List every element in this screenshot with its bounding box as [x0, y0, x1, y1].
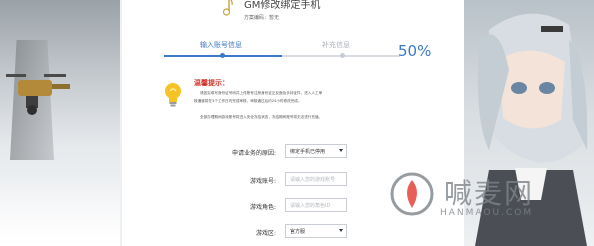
chevron-down-icon: [339, 149, 343, 152]
page-subtitle: 方案编码：暂无: [244, 15, 280, 21]
lightbulb-icon: [165, 83, 181, 107]
server-select[interactable]: 官方服: [285, 224, 347, 238]
account-label: 游戏账号:: [249, 178, 276, 185]
step-progress: 输入账号信息 补充信息: [164, 38, 404, 62]
reason-label: 申请业务的原因:: [231, 150, 276, 157]
progress-percent: 50%: [398, 42, 432, 60]
watermark-brand: 喊麦网: [444, 177, 535, 210]
reason-select[interactable]: 绑定手机已停用: [285, 144, 347, 158]
step-1-dot: [220, 53, 225, 58]
watermark-url: HANMAOU.COM: [440, 208, 534, 218]
watermark: 喊麦网 HANMAOU.COM: [380, 168, 594, 246]
tip-line: 核通道将在3个工作日内完成审核，审核通过后约24小时修改完成。: [194, 99, 302, 103]
role-input[interactable]: 请输入您的角色ID: [285, 198, 347, 212]
background-scenery-left: [0, 0, 120, 246]
form-row-reason: 申请业务的原因: 绑定手机已停用: [122, 144, 464, 160]
header: GM修改绑定手机 方案编码：暂无: [122, 0, 464, 30]
step-2-dot: [340, 53, 345, 58]
drone-graphic: [6, 74, 70, 115]
step-2-label: 补充信息: [322, 41, 350, 49]
music-note-icon: [222, 0, 233, 16]
step-1-label: 输入账号信息: [200, 41, 242, 49]
watermark-logo-icon: [390, 172, 434, 216]
tip-box: 温馨提示： 请如实填写身份证号码并上传账号注册身份证正反面及手持证件，进入人工审…: [164, 78, 408, 128]
reason-select-value: 绑定手机已停用: [290, 149, 326, 155]
chevron-down-icon: [339, 229, 343, 232]
account-input[interactable]: 请输入您的游戏账号: [285, 172, 347, 186]
server-select-value: 官方服: [290, 229, 306, 235]
page-title: GM修改绑定手机: [244, 0, 321, 11]
snow-graphic: [0, 176, 120, 246]
server-label: 游戏区:: [255, 230, 276, 237]
tip-line: 全部办理期间游戏账号将进入安全冻结状态，冻结期间账号将无法进行充值。: [200, 115, 323, 119]
role-label: 游戏角色:: [249, 204, 276, 211]
tip-title: 温馨提示：: [194, 79, 229, 87]
tip-line: 请如实填写身份证号码并上传账号注册身份证正反面及手持证件，进入人工审: [200, 91, 323, 95]
